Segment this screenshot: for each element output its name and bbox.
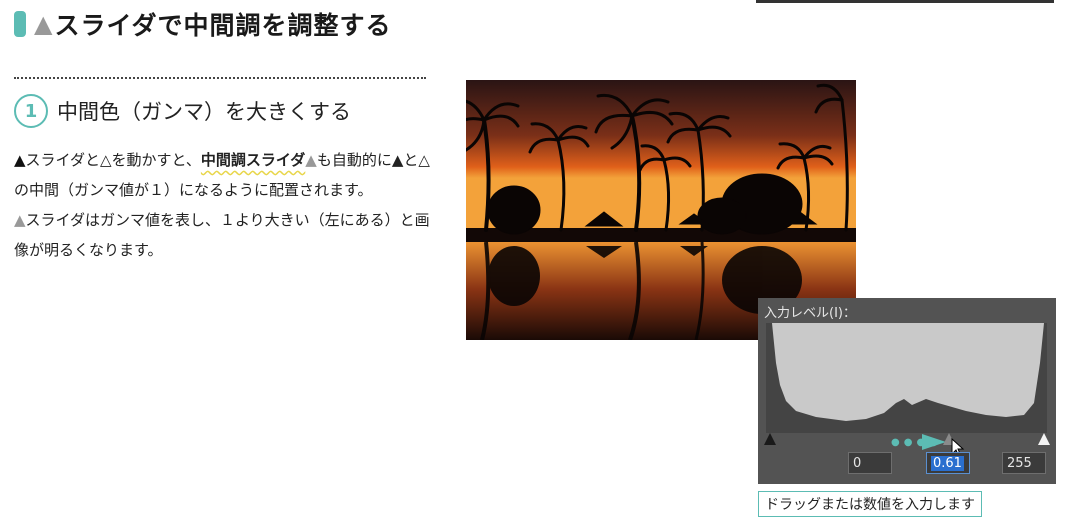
black-point-handle[interactable] [764, 433, 776, 445]
midtone-slider-term: 中間調スライダ [200, 151, 306, 169]
gray-triangle-icon: ▲ [34, 10, 53, 38]
paragraph-2-text: スライダはガンマ値を表し、１より大きい（左にある）と画像が明るくなります。 [14, 211, 430, 259]
levels-panel: 入力レベル(I)： ●●●● 0 0.61 255 [758, 298, 1056, 484]
histogram [766, 323, 1047, 433]
input-slider-track[interactable]: ●●●● [764, 431, 1050, 458]
white-point-handle[interactable] [1038, 433, 1050, 445]
gray-triangle-icon: ▲ [305, 151, 317, 169]
paragraph-1: ▲スライダと△を動かすと、中間調スライダ▲も自動的に▲と△の中間（ガンマ値が１）… [14, 145, 434, 205]
gamma-input-field[interactable]: 0.61 [926, 452, 970, 474]
section-header: ▲ スライダで中間調を調整する [14, 6, 391, 42]
top-rule [756, 0, 1054, 3]
dotted-divider [14, 77, 426, 79]
body-text: ▲スライダと△を動かすと、中間調スライダ▲も自動的に▲と△の中間（ガンマ値が１）… [14, 145, 434, 265]
black-triangle-icon: ▲ [14, 151, 26, 169]
gray-triangle-icon: ▲ [14, 211, 26, 229]
caption-box: ドラッグまたは数値を入力します [758, 491, 982, 517]
paragraph-1-text-a: スライダと△を動かすと、 [25, 151, 201, 169]
step-title: 中間色（ガンマ）を大きくする [57, 100, 351, 124]
gamma-value: 0.61 [931, 456, 964, 471]
paragraph-2: ▲スライダはガンマ値を表し、１より大きい（左にある）と画像が明るくなります。 [14, 205, 434, 265]
section-title: スライダで中間調を調整する [54, 11, 392, 40]
black-input-field[interactable]: 0 [848, 452, 892, 474]
accent-tab [14, 11, 26, 37]
step-heading: 1 中間色（ガンマ）を大きくする [14, 94, 351, 128]
input-levels-label: 入力レベル(I)： [764, 306, 856, 321]
white-input-field[interactable]: 255 [1002, 452, 1046, 474]
step-number-badge: 1 [14, 94, 48, 128]
